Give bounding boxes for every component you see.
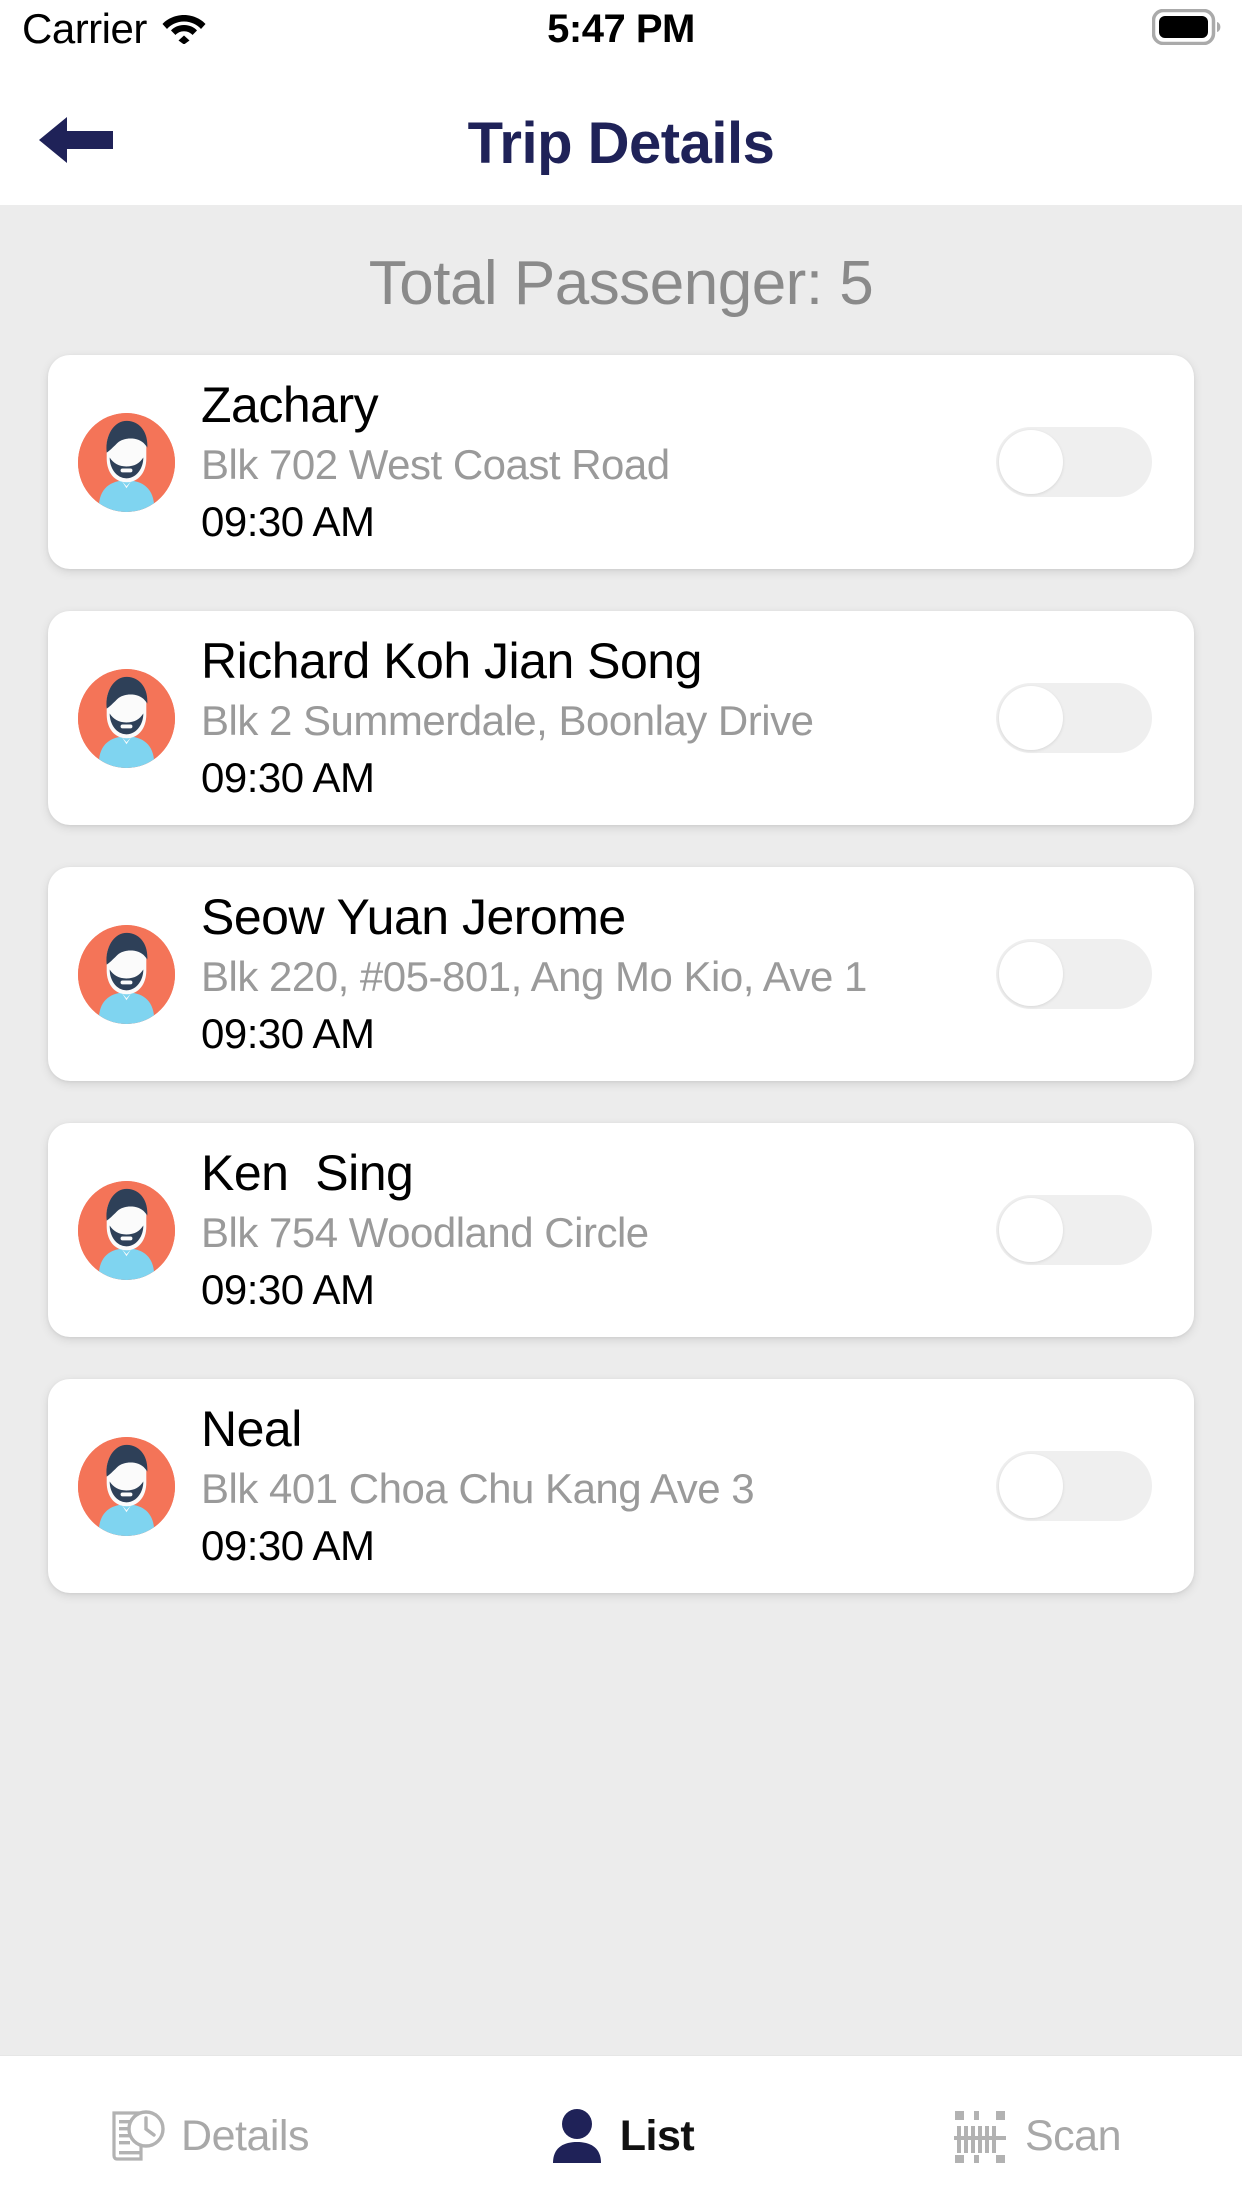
user-avatar-icon [78,1180,175,1280]
passenger-name: Richard Koh Jian Song [201,633,702,689]
nav-bar: Trip Details [0,58,1242,205]
passenger-address: Blk 702 West Coast Road [201,441,670,488]
document-clock-icon [105,2105,167,2167]
passenger-name: Seow Yuan Jerome [201,889,626,945]
passenger-toggle[interactable] [996,939,1152,1009]
person-icon [548,2105,606,2167]
toggle-knob [999,1198,1063,1262]
passenger-time: 09:30 AM [201,754,375,801]
user-avatar-icon [78,668,175,768]
total-passenger-label: Total Passenger: 5 [368,249,874,318]
passenger-name: Ken Sing [201,1145,414,1201]
barcode-scan-icon [949,2105,1011,2167]
tab-details[interactable]: Details [0,2056,414,2208]
tab-scan-label: Scan [1024,2111,1122,2160]
toggle-knob [999,942,1063,1006]
user-avatar-icon [78,412,175,512]
passenger-info: Zachary Blk 702 West Coast Road 09:30 AM [201,374,996,550]
passenger-address: Blk 2 Summerdale, Boonlay Drive [201,697,814,744]
status-bar-right [1151,0,1224,58]
passenger-card[interactable]: Seow Yuan Jerome Blk 220, #05-801, Ang M… [48,867,1194,1081]
toggle-knob [999,430,1063,494]
status-bar: Carrier 5:47 PM [0,0,1242,58]
passenger-toggle[interactable] [996,1451,1152,1521]
passenger-time: 09:30 AM [201,1522,375,1569]
toggle-knob [999,686,1063,750]
passenger-toggle[interactable] [996,1195,1152,1265]
tab-list-label: List [619,2111,695,2160]
passenger-card[interactable]: Zachary Blk 702 West Coast Road 09:30 AM [48,355,1194,569]
passenger-time: 09:30 AM [201,1266,375,1313]
passenger-name: Zachary [201,377,379,433]
passenger-name: Neal [201,1401,302,1457]
passenger-time: 09:30 AM [201,1010,375,1057]
passenger-card[interactable]: Neal Blk 401 Choa Chu Kang Ave 3 09:30 A… [48,1379,1194,1593]
tab-details-label: Details [181,2111,309,2160]
passenger-info: Richard Koh Jian Song Blk 2 Summerdale, … [201,630,996,806]
passenger-card[interactable]: Richard Koh Jian Song Blk 2 Summerdale, … [48,611,1194,825]
passenger-address: Blk 401 Choa Chu Kang Ave 3 [201,1465,755,1512]
toggle-knob [999,1454,1063,1518]
tab-list[interactable]: List [414,2056,828,2208]
passenger-card-list: Zachary Blk 702 West Coast Road 09:30 AM… [0,355,1242,1593]
clock-label: 5:47 PM [547,6,695,51]
passenger-info: Neal Blk 401 Choa Chu Kang Ave 3 09:30 A… [201,1398,996,1574]
user-avatar-icon [78,924,175,1024]
page-title: Trip Details [467,111,775,176]
tab-scan[interactable]: Scan [828,2056,1242,2208]
passenger-info: Seow Yuan Jerome Blk 220, #05-801, Ang M… [201,886,996,1062]
passenger-card[interactable]: Ken Sing Blk 754 Woodland Circle 09:30 A… [48,1123,1194,1337]
passenger-toggle[interactable] [996,683,1152,753]
passenger-list-scroll[interactable]: Total Passenger: 5 Zachary Blk 702 West … [0,205,1242,2055]
passenger-address: Blk 754 Woodland Circle [201,1209,649,1256]
status-bar-center: 5:47 PM [0,0,1242,58]
passenger-address: Blk 220, #05-801, Ang Mo Kio, Ave 1 [201,953,867,1000]
bottom-tab-bar: Details List Scan [0,2055,1242,2208]
user-avatar-icon [78,1436,175,1536]
phone-screen: Carrier 5:47 PM Trip Details Total Passe… [0,0,1242,2208]
passenger-toggle[interactable] [996,427,1152,497]
passenger-time: 09:30 AM [201,498,375,545]
passenger-info: Ken Sing Blk 754 Woodland Circle 09:30 A… [201,1142,996,1318]
battery-full-icon [1151,8,1224,50]
